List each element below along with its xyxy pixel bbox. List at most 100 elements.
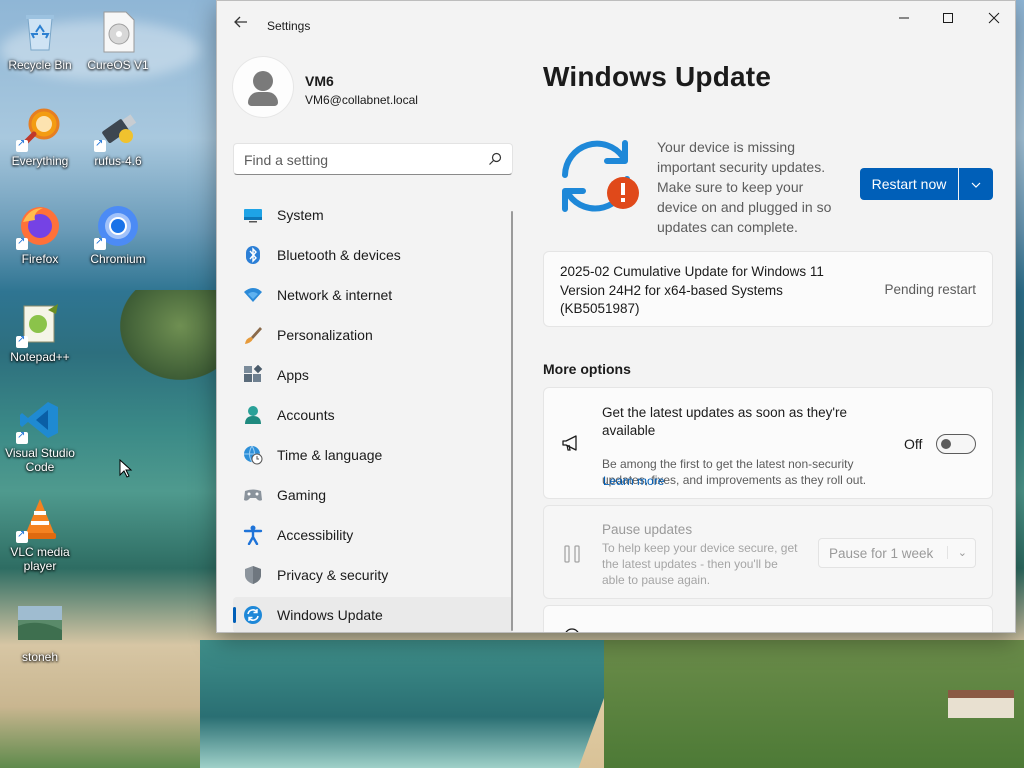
desktop-icon-firefox[interactable]: Firefox [0, 204, 80, 266]
desktop-wallpaper-headland [120, 290, 220, 380]
update-history-card[interactable] [543, 605, 993, 632]
sidebar-item-gaming[interactable]: Gaming [233, 477, 513, 513]
desktop-icon-everything[interactable]: Everything [0, 106, 80, 168]
shield-icon [245, 566, 261, 584]
chromium-icon [94, 204, 140, 250]
desktop-icon-label: Chromium [90, 252, 146, 266]
history-icon [565, 628, 579, 632]
sidebar-item-apps[interactable]: Apps [233, 357, 513, 393]
desktop-wallpaper-sea [200, 640, 620, 768]
profile-name: VM6 [305, 73, 334, 89]
arrow-left-icon [234, 16, 247, 28]
maximize-icon [943, 13, 953, 23]
maximize-button[interactable] [925, 7, 971, 31]
latest-updates-toggle[interactable] [936, 434, 976, 454]
windows-update-icon [244, 606, 262, 624]
desktop-icon-label: CureOS V1 [87, 58, 149, 72]
person-icon [245, 406, 261, 424]
sidebar-item-label: Privacy & security [277, 567, 389, 583]
sidebar-item-label: Network & internet [277, 287, 393, 303]
system-icon [244, 209, 262, 223]
pause-updates-title: Pause updates [602, 522, 693, 537]
minimize-icon [899, 17, 909, 19]
mouse-cursor [119, 459, 133, 478]
toggle-knob [941, 439, 951, 449]
notepad-plus-plus-icon [16, 302, 62, 348]
sidebar-item-windows-update[interactable]: Windows Update [233, 597, 513, 632]
label-line: Visual Studio [5, 446, 75, 460]
title-bar[interactable]: Settings [217, 1, 1015, 49]
more-options-heading: More options [543, 361, 631, 377]
sidebar-item-bluetooth[interactable]: Bluetooth & devices [233, 237, 513, 273]
minimize-button[interactable] [881, 7, 927, 31]
page-title: Windows Update [543, 61, 772, 92]
update-name: 2025-02 Cumulative Update for Windows 11… [560, 264, 824, 316]
megaphone-icon [562, 435, 577, 451]
latest-updates-title: Get the latest updates as soon as they'r… [602, 405, 847, 438]
sidebar-item-time-language[interactable]: Time & language [233, 437, 513, 473]
desktop-wallpaper-house [948, 690, 1014, 718]
close-button[interactable] [971, 7, 1015, 31]
image-thumbnail-icon [18, 602, 62, 646]
sidebar-item-label: Windows Update [277, 607, 383, 623]
sidebar-scrollbar[interactable] [511, 211, 513, 631]
desktop-icon-cureos[interactable]: CureOS V1 [78, 10, 158, 72]
pause-icon [564, 545, 580, 563]
pending-update-card: 2025-02 Cumulative Update for Windows 11… [543, 251, 993, 327]
restart-options-dropdown[interactable] [959, 168, 993, 200]
pause-duration-value: Pause for 1 week [829, 546, 934, 561]
sidebar-item-privacy[interactable]: Privacy & security [233, 557, 513, 593]
window-title: Settings [267, 19, 311, 33]
nav-list: System Bluetooth & devices Network & int… [233, 197, 513, 632]
pause-duration-select[interactable]: Pause for 1 week ⌄ [818, 538, 976, 568]
globe-clock-icon [244, 445, 263, 465]
wifi-icon [244, 288, 262, 302]
update-sync-warning-icon [562, 140, 639, 212]
restart-now-button[interactable]: Restart now [860, 168, 958, 200]
bluetooth-icon [246, 246, 260, 264]
main-content: Windows Update Your device is missing im… [543, 49, 1003, 632]
firefox-icon [16, 204, 62, 250]
sidebar-item-accounts[interactable]: Accounts [233, 397, 513, 433]
search-icon[interactable] [488, 152, 502, 166]
gamepad-icon [244, 489, 262, 501]
settings-window: Settings VM6 VM6@collabnet.local System [216, 0, 1016, 633]
search-input[interactable] [244, 150, 474, 170]
apps-icon [244, 365, 263, 382]
chevron-down-icon: ⌄ [946, 546, 967, 559]
search-box[interactable] [233, 143, 513, 175]
desktop-icon-chromium[interactable]: Chromium [78, 204, 158, 266]
desktop-icon-label: rufus-4.6 [94, 154, 142, 168]
pause-updates-card: Pause updates To help keep your device s… [543, 505, 993, 599]
recycle-bin-icon [18, 10, 62, 54]
sidebar-item-network[interactable]: Network & internet [233, 277, 513, 313]
sidebar-item-label: Apps [277, 367, 309, 383]
sidebar-item-system[interactable]: System [233, 197, 513, 233]
sidebar-item-label: Bluetooth & devices [277, 247, 401, 263]
label-line: player [23, 559, 57, 573]
update-status-message: Your device is missing important securit… [657, 139, 832, 235]
desktop-icon-vlc[interactable]: VLC mediaplayer [0, 497, 80, 573]
desktop-icon-vscode[interactable]: Visual StudioCode [0, 398, 80, 474]
sidebar-item-accessibility[interactable]: Accessibility [233, 517, 513, 553]
everything-search-icon [16, 106, 62, 152]
learn-more-link[interactable]: Learn more [603, 474, 664, 488]
update-status: Pending restart [884, 282, 976, 297]
desktop-icon-rufus[interactable]: rufus-4.6 [78, 106, 158, 168]
desktop-icon-label: VLC media player [0, 545, 80, 573]
sidebar-item-label: System [277, 207, 324, 223]
sidebar-item-label: Time & language [277, 447, 383, 463]
accessibility-icon [243, 525, 263, 545]
desktop-icon-label: Recycle Bin [8, 58, 72, 72]
sidebar-item-personalization[interactable]: Personalization [233, 317, 513, 353]
desktop-icon-label: Firefox [21, 252, 59, 266]
sidebar-item-label: Personalization [277, 327, 373, 343]
brush-icon [245, 327, 262, 344]
pause-updates-description: To help keep your device secure, get the… [602, 541, 798, 587]
back-button[interactable] [227, 13, 255, 37]
desktop-icon-stoneh[interactable]: stoneh [0, 602, 80, 664]
desktop-icon-recycle-bin[interactable]: Recycle Bin [0, 10, 80, 72]
avatar[interactable] [233, 57, 293, 117]
latest-updates-card[interactable]: Get the latest updates as soon as they'r… [543, 387, 993, 499]
desktop-icon-notepadpp[interactable]: Notepad++ [0, 302, 80, 364]
